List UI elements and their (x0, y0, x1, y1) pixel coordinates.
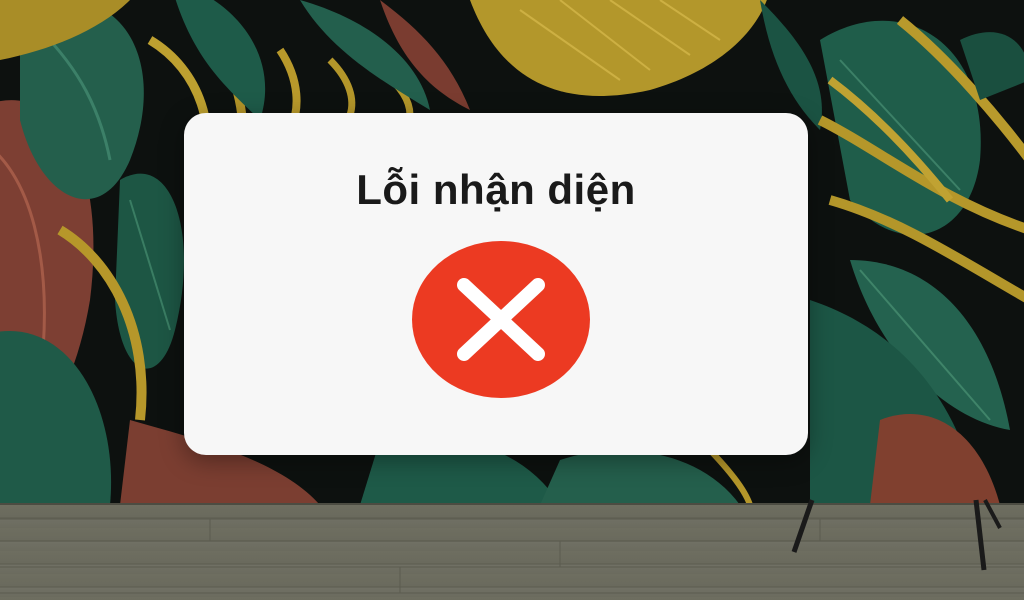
dialog-title: Lỗi nhận diện (356, 166, 636, 213)
floor-seams (0, 518, 1024, 594)
error-x-circle-icon (412, 241, 590, 398)
error-dialog: Lỗi nhận diện (184, 113, 808, 455)
